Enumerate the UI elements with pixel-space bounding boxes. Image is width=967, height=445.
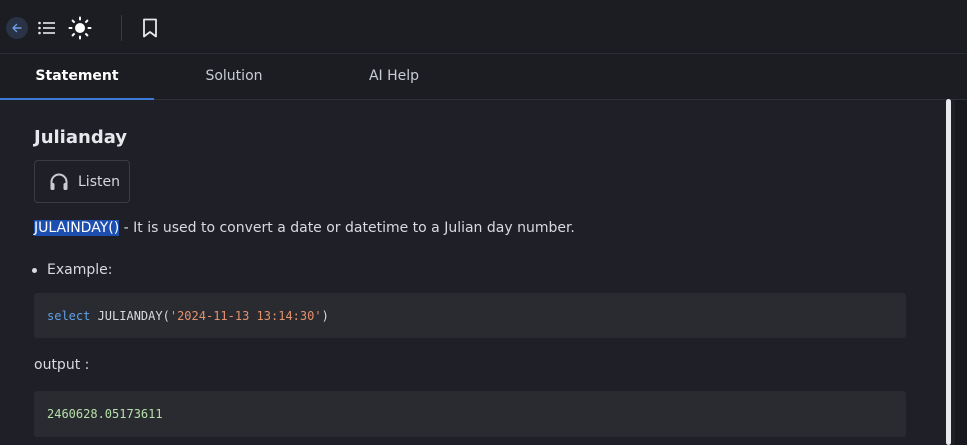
highlighted-function-name: JULAINDAY(): [34, 220, 120, 236]
list-item-text: Example:: [47, 262, 113, 278]
theme-toggle-button[interactable]: [67, 15, 93, 41]
code-close-paren: ): [321, 308, 329, 323]
code-block: select JULIANDAY('2024-11-13 13:14:30'): [34, 293, 906, 338]
toolbar: [0, 0, 967, 54]
page-title: Julianday: [34, 127, 128, 148]
output-value: 2460628.05173611: [47, 407, 163, 421]
bookmark-button[interactable]: [138, 15, 162, 41]
back-button[interactable]: [6, 17, 28, 39]
scrollbar-thumb[interactable]: [946, 99, 951, 445]
list-item: Example:: [32, 262, 112, 278]
tab-solution[interactable]: Solution: [154, 54, 314, 99]
code-keyword: select: [47, 308, 91, 323]
listen-label: Listen: [78, 173, 120, 190]
arrow-left-icon: [11, 22, 23, 34]
output-label: output :: [34, 357, 90, 373]
tab-ai-help[interactable]: AI Help: [314, 54, 474, 99]
list-button[interactable]: [35, 16, 59, 40]
bookmark-icon: [142, 18, 158, 38]
output-block: 2460628.05173611: [34, 391, 906, 437]
list-icon: [38, 21, 56, 35]
toolbar-divider: [121, 15, 122, 41]
headphones-icon: [49, 173, 69, 191]
description: JULAINDAY() - It is used to convert a da…: [34, 220, 575, 236]
tab-bar: Statement Solution AI Help: [0, 54, 967, 100]
right-panel-edge: [955, 100, 967, 445]
code-function: JULIANDAY(: [90, 308, 170, 323]
statement-panel: Julianday Listen JULAINDAY() - It is use…: [0, 100, 945, 445]
code-string: '2024-11-13 13:14:30': [169, 308, 322, 323]
listen-button[interactable]: Listen: [34, 160, 130, 203]
description-text: - It is used to convert a date or dateti…: [119, 220, 575, 236]
bullet-dot-icon: [32, 267, 37, 273]
sun-icon: [68, 16, 92, 40]
tab-statement[interactable]: Statement: [0, 54, 154, 100]
